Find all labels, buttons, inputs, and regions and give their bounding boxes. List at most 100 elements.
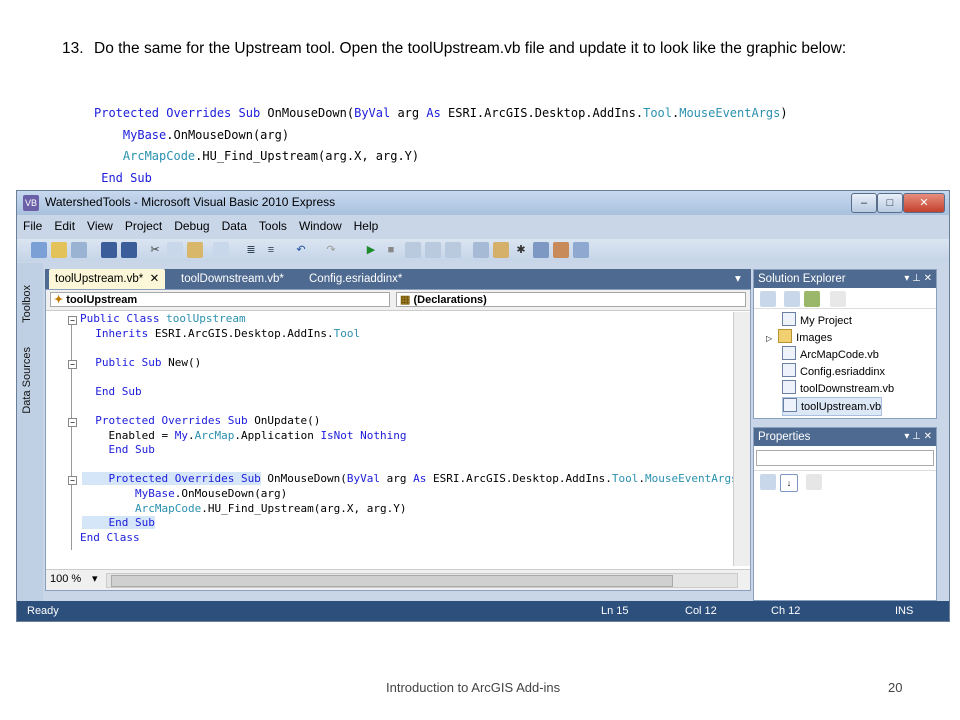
kw-protected-overrides: Protected Overrides Sub xyxy=(82,414,255,427)
categorized-icon[interactable] xyxy=(760,474,776,490)
menu-data[interactable]: Data xyxy=(216,217,253,235)
properties-button-icon[interactable] xyxy=(760,291,776,307)
save-icon[interactable] xyxy=(101,242,117,258)
property-pages-icon[interactable] xyxy=(806,474,822,490)
object-browser-icon[interactable] xyxy=(533,242,549,258)
toolbar: ✂ ≣ ≡ ↶ ↷ ▶ ■ ✱ xyxy=(17,239,949,261)
tree-label: Config.esriaddinx xyxy=(800,366,885,378)
scroll-thumb[interactable] xyxy=(111,575,673,587)
application-member: .Application xyxy=(234,429,321,442)
code-editor[interactable]: ✦ toolUpstream ▦ (Declarations) − Public… xyxy=(45,289,751,591)
vertical-scrollbar[interactable] xyxy=(733,312,750,566)
ide-window: VB WatershedTools - Microsoft Visual Bas… xyxy=(16,190,950,622)
menu-tools[interactable]: Tools xyxy=(253,217,293,235)
snippet-line2: .OnMouseDown(arg) xyxy=(166,127,290,142)
horizontal-scrollbar[interactable] xyxy=(106,573,738,588)
menu-window[interactable]: Window xyxy=(293,217,348,235)
close-tab-icon[interactable]: ✕ xyxy=(150,273,160,285)
object-selector[interactable] xyxy=(756,450,934,466)
snippet-method: OnMouseDown( xyxy=(260,106,355,120)
code-line-11: End Sub xyxy=(82,516,155,530)
tree-item-config[interactable]: Config.esriaddinx xyxy=(782,363,885,380)
tab-label: toolUpstream.vb* xyxy=(55,273,144,285)
mouseeventargs-type: MouseEventArgs xyxy=(644,472,738,485)
start-debug-icon[interactable]: ▶ xyxy=(363,242,379,258)
redo-icon[interactable]: ↷ xyxy=(323,242,339,258)
collapse-class-icon[interactable]: − xyxy=(68,316,77,325)
onupdate-method: OnUpdate() xyxy=(254,414,321,427)
tree-item-my-project[interactable]: My Project xyxy=(782,312,852,329)
zoom-dropdown-icon[interactable]: ▾ xyxy=(92,572,98,585)
solution-explorer-icon[interactable] xyxy=(493,242,509,258)
toolbox-icon[interactable] xyxy=(553,242,569,258)
paste-icon[interactable] xyxy=(187,242,203,258)
menu-file[interactable]: File xyxy=(17,217,48,235)
tab-dropdown-icon[interactable]: ▾ xyxy=(729,269,747,289)
stop-icon[interactable]: ■ xyxy=(383,242,399,258)
properties-panel: Properties ▾ ⊥ ✕ ↓ xyxy=(753,427,937,601)
menu-project[interactable]: Project xyxy=(119,217,168,235)
kw-isnot-nothing: IsNot Nothing xyxy=(320,429,407,442)
properties-icon[interactable]: ✱ xyxy=(513,242,529,258)
collapse-new-icon[interactable]: − xyxy=(68,360,77,369)
tree-item-tooldownstream[interactable]: toolDownstream.vb xyxy=(782,380,894,397)
step-into-icon[interactable] xyxy=(405,242,421,258)
panel-controls[interactable]: ▾ ⊥ ✕ xyxy=(904,270,932,288)
maximize-button[interactable]: □ xyxy=(877,193,903,213)
refresh-icon[interactable] xyxy=(804,291,820,307)
zoom-level[interactable]: 100 % xyxy=(50,573,81,585)
menu-edit[interactable]: Edit xyxy=(48,217,81,235)
find-in-files-icon[interactable] xyxy=(473,242,489,258)
tab-tooldownstream[interactable]: toolDownstream.vb* xyxy=(175,269,290,289)
tab-toolupstream[interactable]: toolUpstream.vb* ✕ xyxy=(49,269,166,289)
code-snippet: Protected Overrides Sub OnMouseDown(ByVa… xyxy=(94,103,788,189)
comment-icon[interactable]: ≣ xyxy=(243,242,259,258)
code-line-3: Public Sub New() xyxy=(82,356,201,370)
editor-bottom-bar: 100 % ▾ xyxy=(46,569,750,590)
cut-icon[interactable]: ✂ xyxy=(147,242,163,258)
new-project-icon[interactable] xyxy=(31,242,47,258)
collapse-onmousedown-icon[interactable]: − xyxy=(68,476,77,485)
new-method: New() xyxy=(168,356,202,369)
save-all-icon[interactable] xyxy=(121,242,137,258)
alphabetical-icon[interactable]: ↓ xyxy=(780,474,798,492)
tree-item-arcmapcode[interactable]: ArcMapCode.vb xyxy=(782,346,879,363)
collapse-onupdate-icon[interactable]: − xyxy=(68,418,77,427)
uncomment-icon[interactable]: ≡ xyxy=(263,242,279,258)
show-all-files-icon[interactable] xyxy=(784,291,800,307)
step-out-icon[interactable] xyxy=(445,242,461,258)
enabled-assign: Enabled = xyxy=(82,429,175,442)
step-over-icon[interactable] xyxy=(425,242,441,258)
code-line-5: Protected Overrides Sub OnUpdate() xyxy=(82,414,320,428)
panel-controls[interactable]: ▾ ⊥ ✕ xyxy=(904,428,932,446)
tree-item-images[interactable]: ▷ Images xyxy=(766,329,832,347)
close-button[interactable]: ✕ xyxy=(903,193,945,213)
folder-icon xyxy=(778,329,793,343)
member-dropdown[interactable]: ▦ (Declarations) xyxy=(396,292,746,307)
minimize-button[interactable]: – xyxy=(851,193,877,213)
tree-item-toolupstream[interactable]: toolUpstream.vb xyxy=(782,397,883,416)
kw-end-sub-highlight: End Sub xyxy=(82,516,155,529)
open-folder-icon[interactable] xyxy=(51,242,67,258)
start-page-icon[interactable] xyxy=(573,242,589,258)
menu-debug[interactable]: Debug xyxy=(168,217,215,235)
add-item-icon[interactable] xyxy=(71,242,87,258)
data-sources-tab[interactable]: Data Sources xyxy=(21,347,33,414)
properties-toolbar: ↓ xyxy=(754,470,936,493)
config-file-icon xyxy=(782,363,796,377)
class-dropdown[interactable]: ✦ toolUpstream xyxy=(50,292,390,307)
title-bar[interactable]: VB WatershedTools - Microsoft Visual Bas… xyxy=(17,191,949,215)
page-number: 20 xyxy=(888,680,903,695)
toolbox-tab[interactable]: Toolbox xyxy=(21,285,33,323)
undo-icon[interactable]: ↶ xyxy=(293,242,309,258)
view-code-icon[interactable] xyxy=(830,291,846,307)
menu-view[interactable]: View xyxy=(81,217,119,235)
copy-icon[interactable] xyxy=(167,242,183,258)
expand-arrow-icon[interactable]: ▷ xyxy=(766,334,772,343)
find-icon[interactable] xyxy=(213,242,229,258)
tab-config[interactable]: Config.esriaddinx* xyxy=(303,269,408,289)
menu-help[interactable]: Help xyxy=(348,217,385,235)
snippet-args-type: MouseEventArgs xyxy=(679,106,781,120)
snippet-mybase: MyBase xyxy=(122,127,167,142)
code-area[interactable]: − Public Class toolUpstream Inherits ESR… xyxy=(46,312,744,566)
